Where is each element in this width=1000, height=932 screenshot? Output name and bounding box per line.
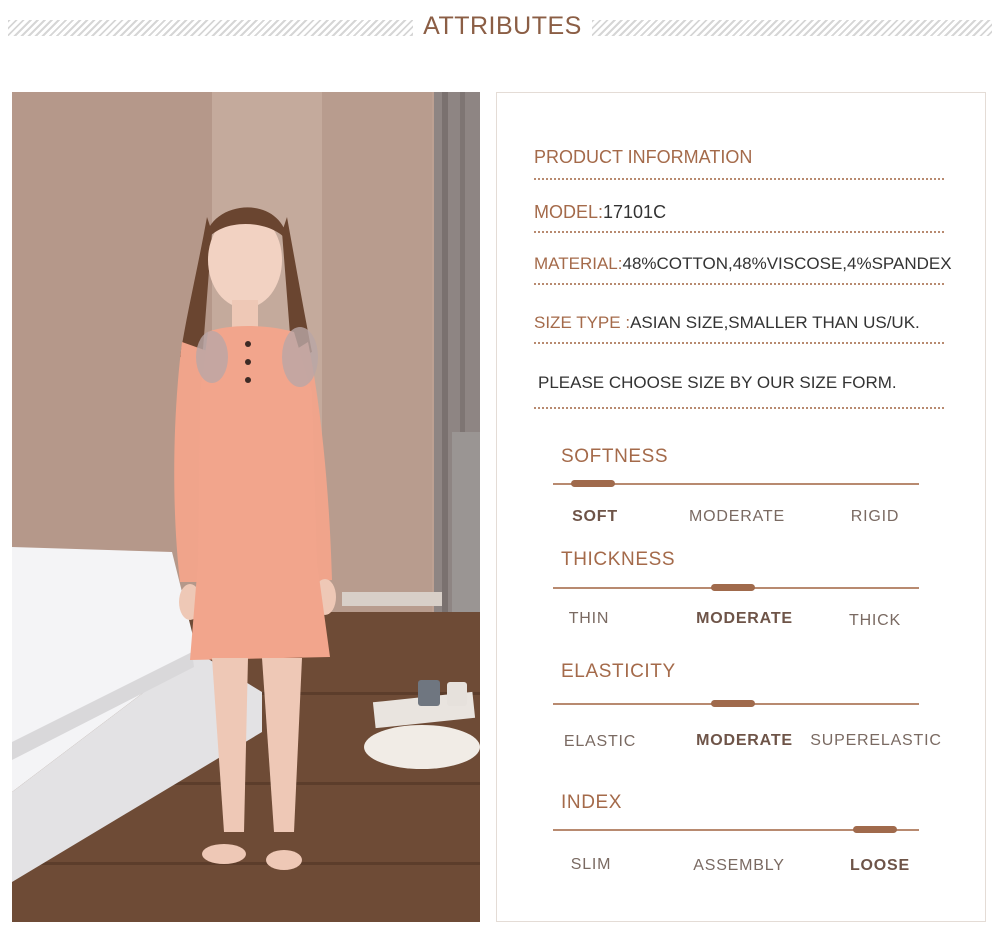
softness-option-moderate: MODERATE <box>689 508 785 525</box>
elasticity-scale <box>553 700 919 707</box>
elasticity-option-elastic: ELASTIC <box>563 733 637 750</box>
divider <box>534 178 944 180</box>
divider <box>534 342 944 344</box>
thickness-indicator <box>711 584 755 591</box>
elasticity-option-superelastic: SUPERELASTIC <box>810 732 942 749</box>
index-indicator <box>853 826 897 833</box>
header-stripe-right <box>592 20 992 36</box>
material-label: MATERIAL: <box>534 254 623 273</box>
product-photo <box>12 92 480 922</box>
model-label: MODEL: <box>534 202 604 222</box>
size-type-row: SIZE TYPE :ASIAN SIZE,SMALLER THAN US/UK… <box>534 313 944 333</box>
material-row: MATERIAL:48%COTTON,48%VISCOSE,4%SPANDEX <box>534 254 952 274</box>
material-value: 48%COTTON,48%VISCOSE,4%SPANDEX <box>622 254 952 273</box>
divider <box>534 231 944 233</box>
softness-option-rigid: RIGID <box>850 508 900 525</box>
index-option-assembly: ASSEMBLY <box>693 857 785 874</box>
size-note-text: PLEASE CHOOSE SIZE BY OUR SIZE FORM. <box>538 373 897 392</box>
index-option-slim: SLIM <box>570 856 612 873</box>
size-type-value: ASIAN SIZE,SMALLER THAN US/UK. <box>630 313 920 332</box>
softness-indicator <box>571 480 615 487</box>
product-info-panel: PRODUCT INFORMATION MODEL:17101C MATERIA… <box>496 92 986 922</box>
elasticity-title: ELASTICITY <box>561 661 676 682</box>
thickness-option-thin: THIN <box>568 610 610 627</box>
index-title: INDEX <box>561 792 623 813</box>
thickness-option-thick: THICK <box>849 612 901 629</box>
softness-title: SOFTNESS <box>561 446 669 467</box>
elasticity-indicator <box>711 700 755 707</box>
divider <box>534 283 944 285</box>
index-option-loose: LOOSE <box>849 857 910 874</box>
product-info-heading-text: PRODUCT INFORMATION <box>534 147 753 167</box>
divider <box>534 407 944 409</box>
header-stripe-left <box>8 20 413 36</box>
thickness-scale <box>553 584 919 591</box>
model-row: MODEL:17101C <box>534 202 944 223</box>
product-info-heading: PRODUCT INFORMATION <box>534 147 944 168</box>
softness-scale <box>553 480 919 487</box>
size-type-label: SIZE TYPE : <box>534 313 631 332</box>
elasticity-option-moderate: MODERATE <box>696 732 793 749</box>
softness-option-soft: SOFT <box>572 508 618 525</box>
page-title: ATTRIBUTES <box>423 12 582 40</box>
thickness-option-moderate: MODERATE <box>696 610 793 627</box>
model-value: 17101C <box>603 202 667 222</box>
size-note: PLEASE CHOOSE SIZE BY OUR SIZE FORM. <box>538 373 948 393</box>
thickness-title: THICKNESS <box>561 549 676 570</box>
index-scale <box>553 826 919 833</box>
